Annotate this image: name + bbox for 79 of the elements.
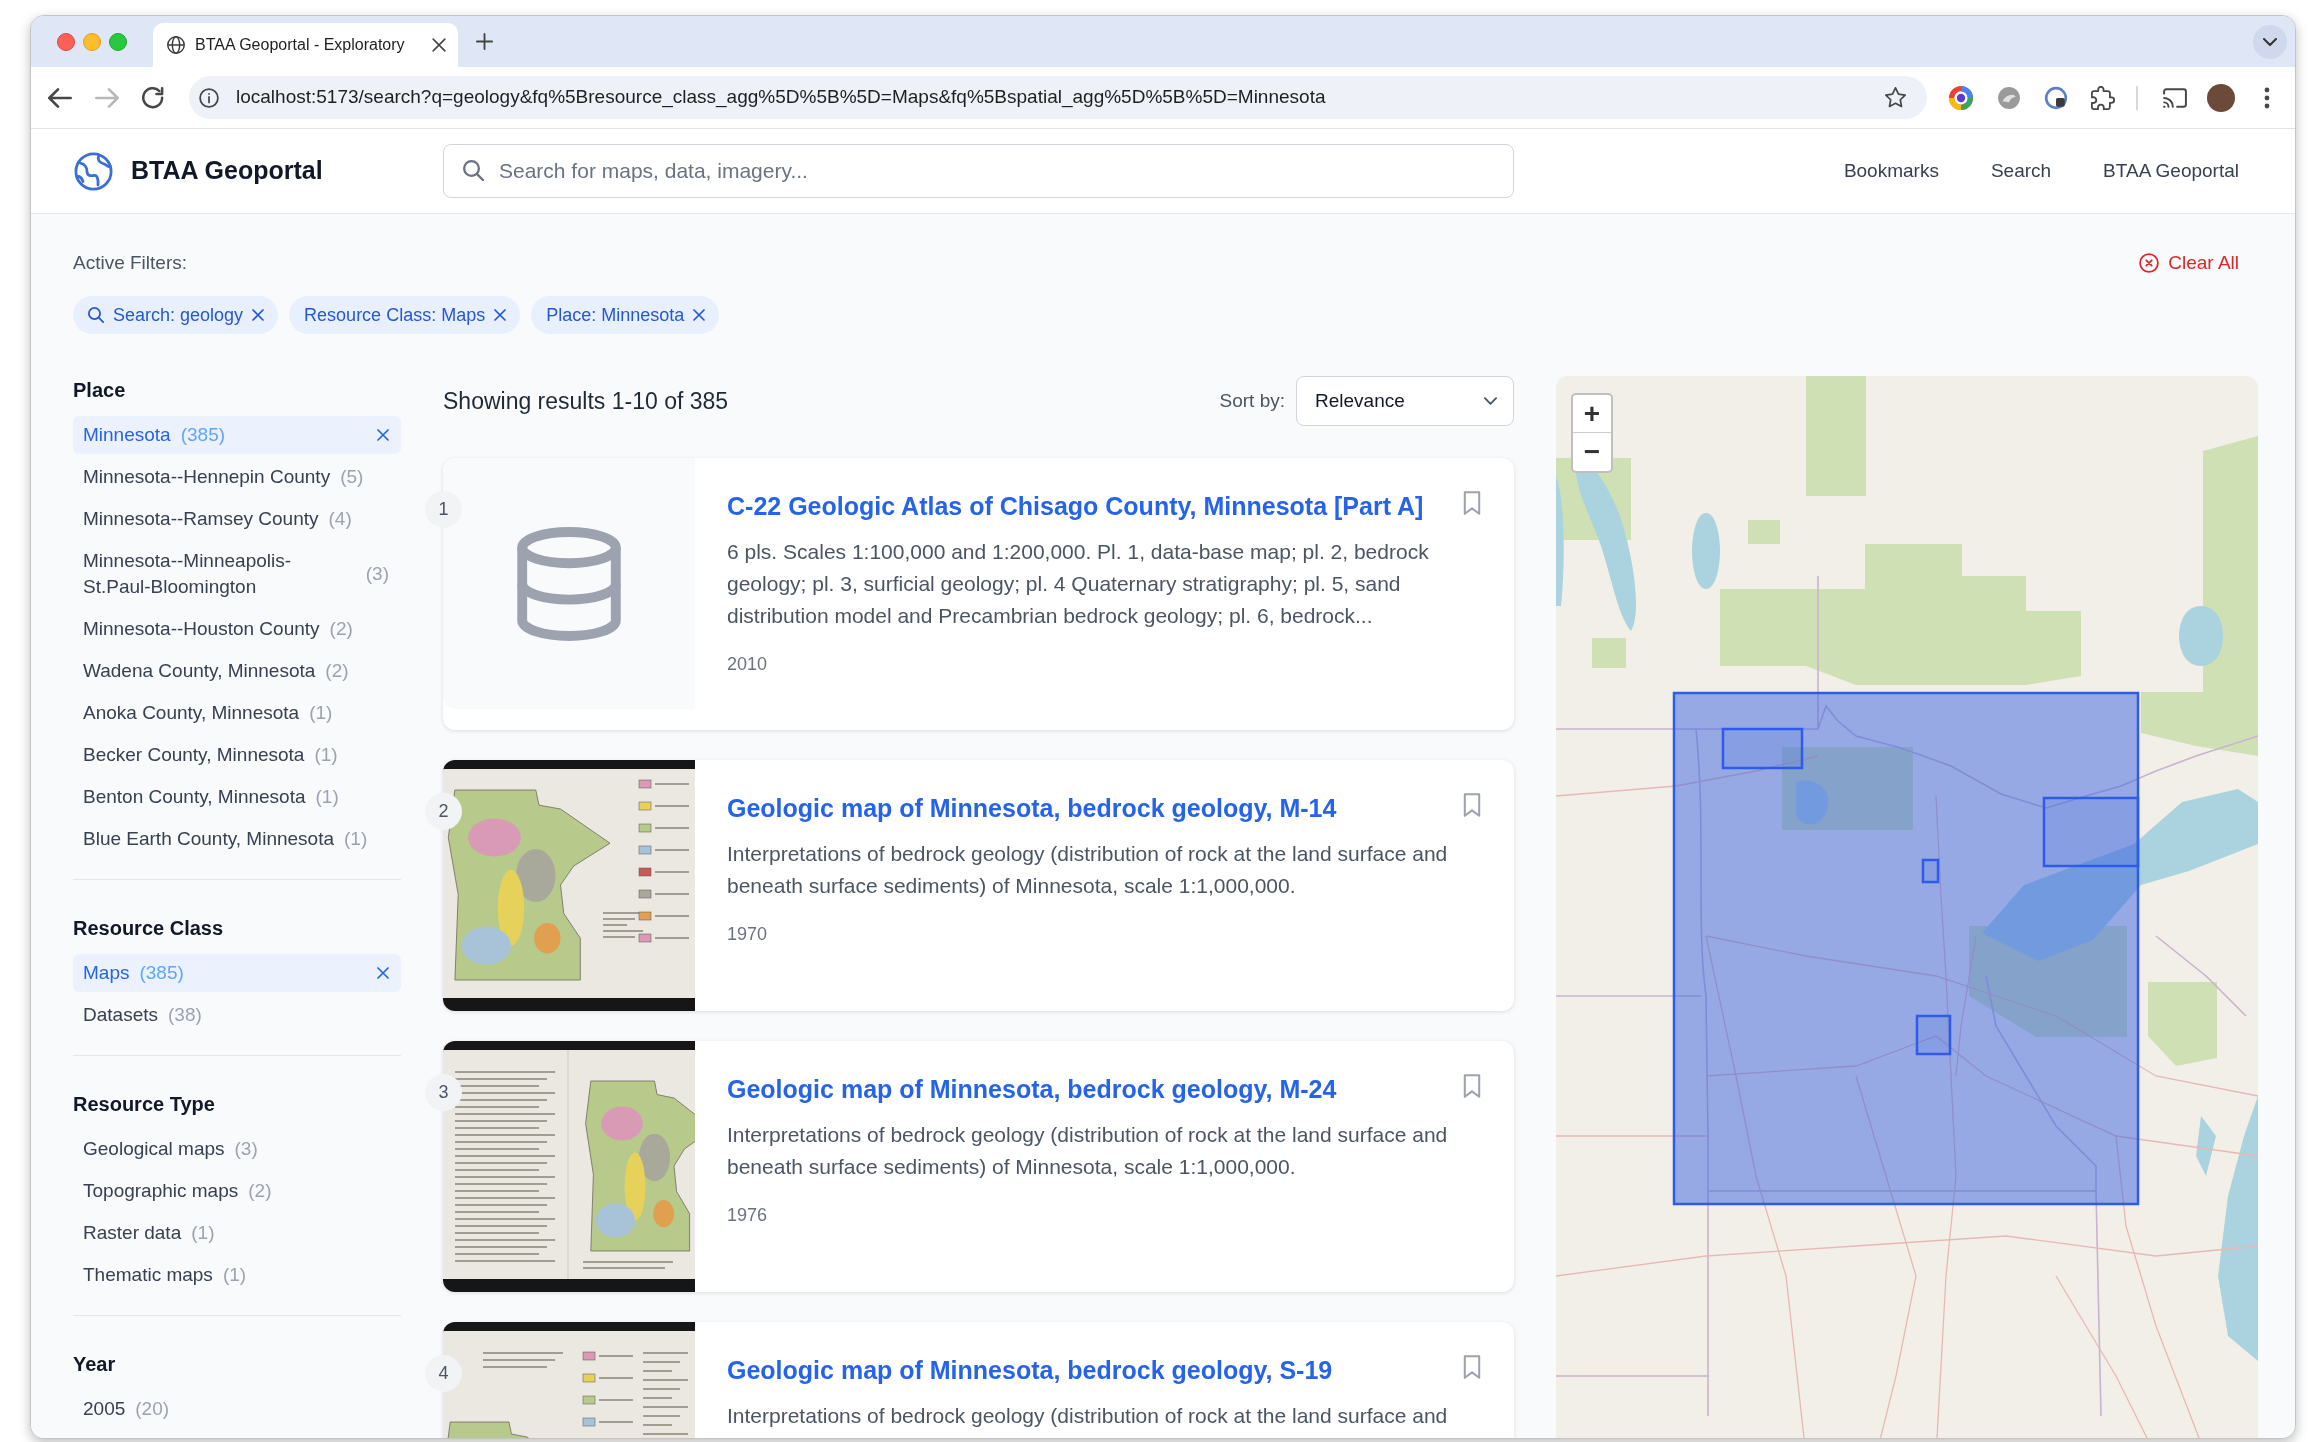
sort-label: Sort by: — [1219, 388, 1285, 413]
globe-logo-icon[interactable] — [74, 151, 113, 191]
zoom-in-button[interactable]: + — [1573, 395, 1611, 433]
close-icon[interactable] — [432, 38, 446, 52]
facet-item[interactable]: Minnesota--Minneapolis-St.Paul-Bloomington (3) — [73, 542, 401, 606]
reload-icon[interactable] — [142, 86, 164, 109]
facet-item[interactable]: Raster data (1) — [73, 1214, 401, 1252]
info-icon[interactable] — [199, 87, 219, 108]
close-icon[interactable] — [693, 309, 706, 321]
result-title[interactable]: Geologic map of Minnesota, bedrock geology, M-14 — [727, 791, 1337, 825]
facet-item[interactable]: Minnesota (385) — [73, 416, 401, 454]
facet-title: Place — [73, 378, 127, 403]
facet-item[interactable]: Anoka County, Minnesota (1) — [73, 694, 401, 732]
chevron-down-icon — [2263, 37, 2277, 46]
facet-item[interactable]: Maps (385) — [73, 954, 401, 992]
facet-item[interactable]: Benton County, Minnesota (1) — [73, 778, 401, 816]
facet-item[interactable]: Blue Earth County, Minnesota (1) — [73, 820, 401, 858]
nav-link[interactable]: BTAA Geoportal — [2103, 156, 2239, 186]
clear-all-button[interactable]: Clear All — [2139, 248, 2239, 278]
zoom-out-button[interactable]: − — [1573, 433, 1611, 471]
result-year: 1976 — [727, 1204, 769, 1227]
facet-title: Resource Type — [73, 1092, 216, 1117]
plus-icon[interactable] — [476, 33, 493, 50]
browser-tab[interactable]: BTAA Geoportal - Exploratory — [153, 23, 458, 67]
result-description: Interpretations of bedrock geology (distribution of rock at the land surface and — [727, 1403, 1449, 1429]
more-icon[interactable] — [2264, 86, 2270, 109]
result-year: 2010 — [727, 653, 769, 676]
facet-item[interactable]: Topographic maps (2) — [73, 1172, 401, 1210]
facet-title: Resource Class — [73, 916, 225, 941]
filter-chip[interactable]: Search: geology — [73, 296, 279, 334]
cast-icon[interactable] — [2163, 86, 2187, 109]
result-description: 6 pls. Scales 1:100,000 and 1:200,000. Pl. 1, data-base map; pl. 2, bedrock geology; pl. 3, surficial geology; pl. 4 Quaternary stratigraphy; pl. 5, sand distribution model and Precambrian bedrock geology; pl. 6, bedrock... — [727, 539, 1430, 629]
result-title[interactable]: Geologic map of Minnesota, bedrock geology, S-19 — [727, 1353, 1333, 1387]
facet-item[interactable]: Minnesota--Hennepin County (5) — [73, 458, 401, 496]
nav-link[interactable]: Search — [1990, 156, 2052, 186]
filter-chip[interactable]: Place: Minnesota — [531, 296, 720, 334]
color-ring-icon[interactable] — [1949, 85, 1973, 110]
forest-area — [1592, 638, 1626, 668]
facet-item[interactable]: Geological maps (3) — [73, 1130, 401, 1168]
star-icon[interactable] — [1885, 87, 1906, 108]
puzzle-icon[interactable] — [2091, 85, 2115, 110]
extension-icon[interactable] — [2044, 85, 2068, 110]
address-bar[interactable]: localhost:5173/search?q=geology&fq%5Bresource_class_agg%5D%5B%5D=Maps&fq%5Bspatial_agg%5D%5B%5D=Minnesota — [189, 76, 1927, 119]
filters-label: Active Filters: — [73, 250, 188, 275]
search-icon — [88, 307, 104, 323]
site-title[interactable]: BTAA Geoportal — [131, 152, 323, 190]
back-arrow-icon[interactable] — [48, 86, 72, 109]
search-field[interactable]: Search for maps, data, imagery... — [443, 144, 1514, 198]
facet-item[interactable]: Thematic maps (1) — [73, 1256, 401, 1294]
facet-item[interactable]: Becker County, Minnesota (1) — [73, 736, 401, 774]
result-title[interactable]: Geologic map of Minnesota, bedrock geology, M-24 — [727, 1072, 1337, 1106]
lake — [2179, 606, 2223, 666]
tab-list-button[interactable] — [2253, 24, 2287, 59]
x-circle-icon — [2139, 253, 2160, 273]
avatar-icon[interactable] — [2207, 83, 2235, 112]
facet-item[interactable]: Wadena County, Minnesota (2) — [73, 652, 401, 690]
sort-select[interactable]: Relevance — [1296, 376, 1514, 426]
close-icon[interactable] — [494, 309, 507, 321]
results-summary: Showing results 1-10 of 385 — [443, 386, 729, 416]
facet-item[interactable]: Minnesota--Ramsey County (4) — [73, 500, 401, 538]
facet-title: Year — [73, 1352, 117, 1377]
result-description: Interpretations of bedrock geology (distribution of rock at the land surface and beneath surface sediments) of Minnesota, scale 1:1,000,000. — [727, 1122, 1449, 1180]
facet-item[interactable]: Datasets (38) — [73, 996, 401, 1034]
close-icon[interactable] — [377, 967, 389, 979]
filter-chip[interactable]: Resource Class: Maps — [289, 296, 521, 334]
facet-item[interactable]: Minnesota--Houston County (2) — [73, 610, 401, 648]
chevron-down-icon — [1484, 397, 1497, 405]
result-description: Interpretations of bedrock geology (distribution of rock at the land surface and beneath surface sediments) of Minnesota, scale 1:1,000,000. — [727, 841, 1449, 899]
search-icon — [463, 160, 484, 181]
lake — [2196, 1116, 2216, 1176]
result-year: 1970 — [727, 923, 769, 946]
facet-item[interactable]: 2005 (20) — [73, 1390, 401, 1428]
result-title[interactable]: C-22 Geologic Atlas of Chisago County, Minnesota [Part A] — [727, 489, 1424, 523]
window-close-icon[interactable] — [57, 32, 75, 51]
close-icon[interactable] — [252, 309, 265, 321]
close-icon[interactable] — [377, 429, 389, 441]
globe-icon — [167, 36, 185, 54]
nav-link[interactable]: Bookmarks — [1843, 156, 1939, 186]
database-icon — [517, 526, 621, 641]
